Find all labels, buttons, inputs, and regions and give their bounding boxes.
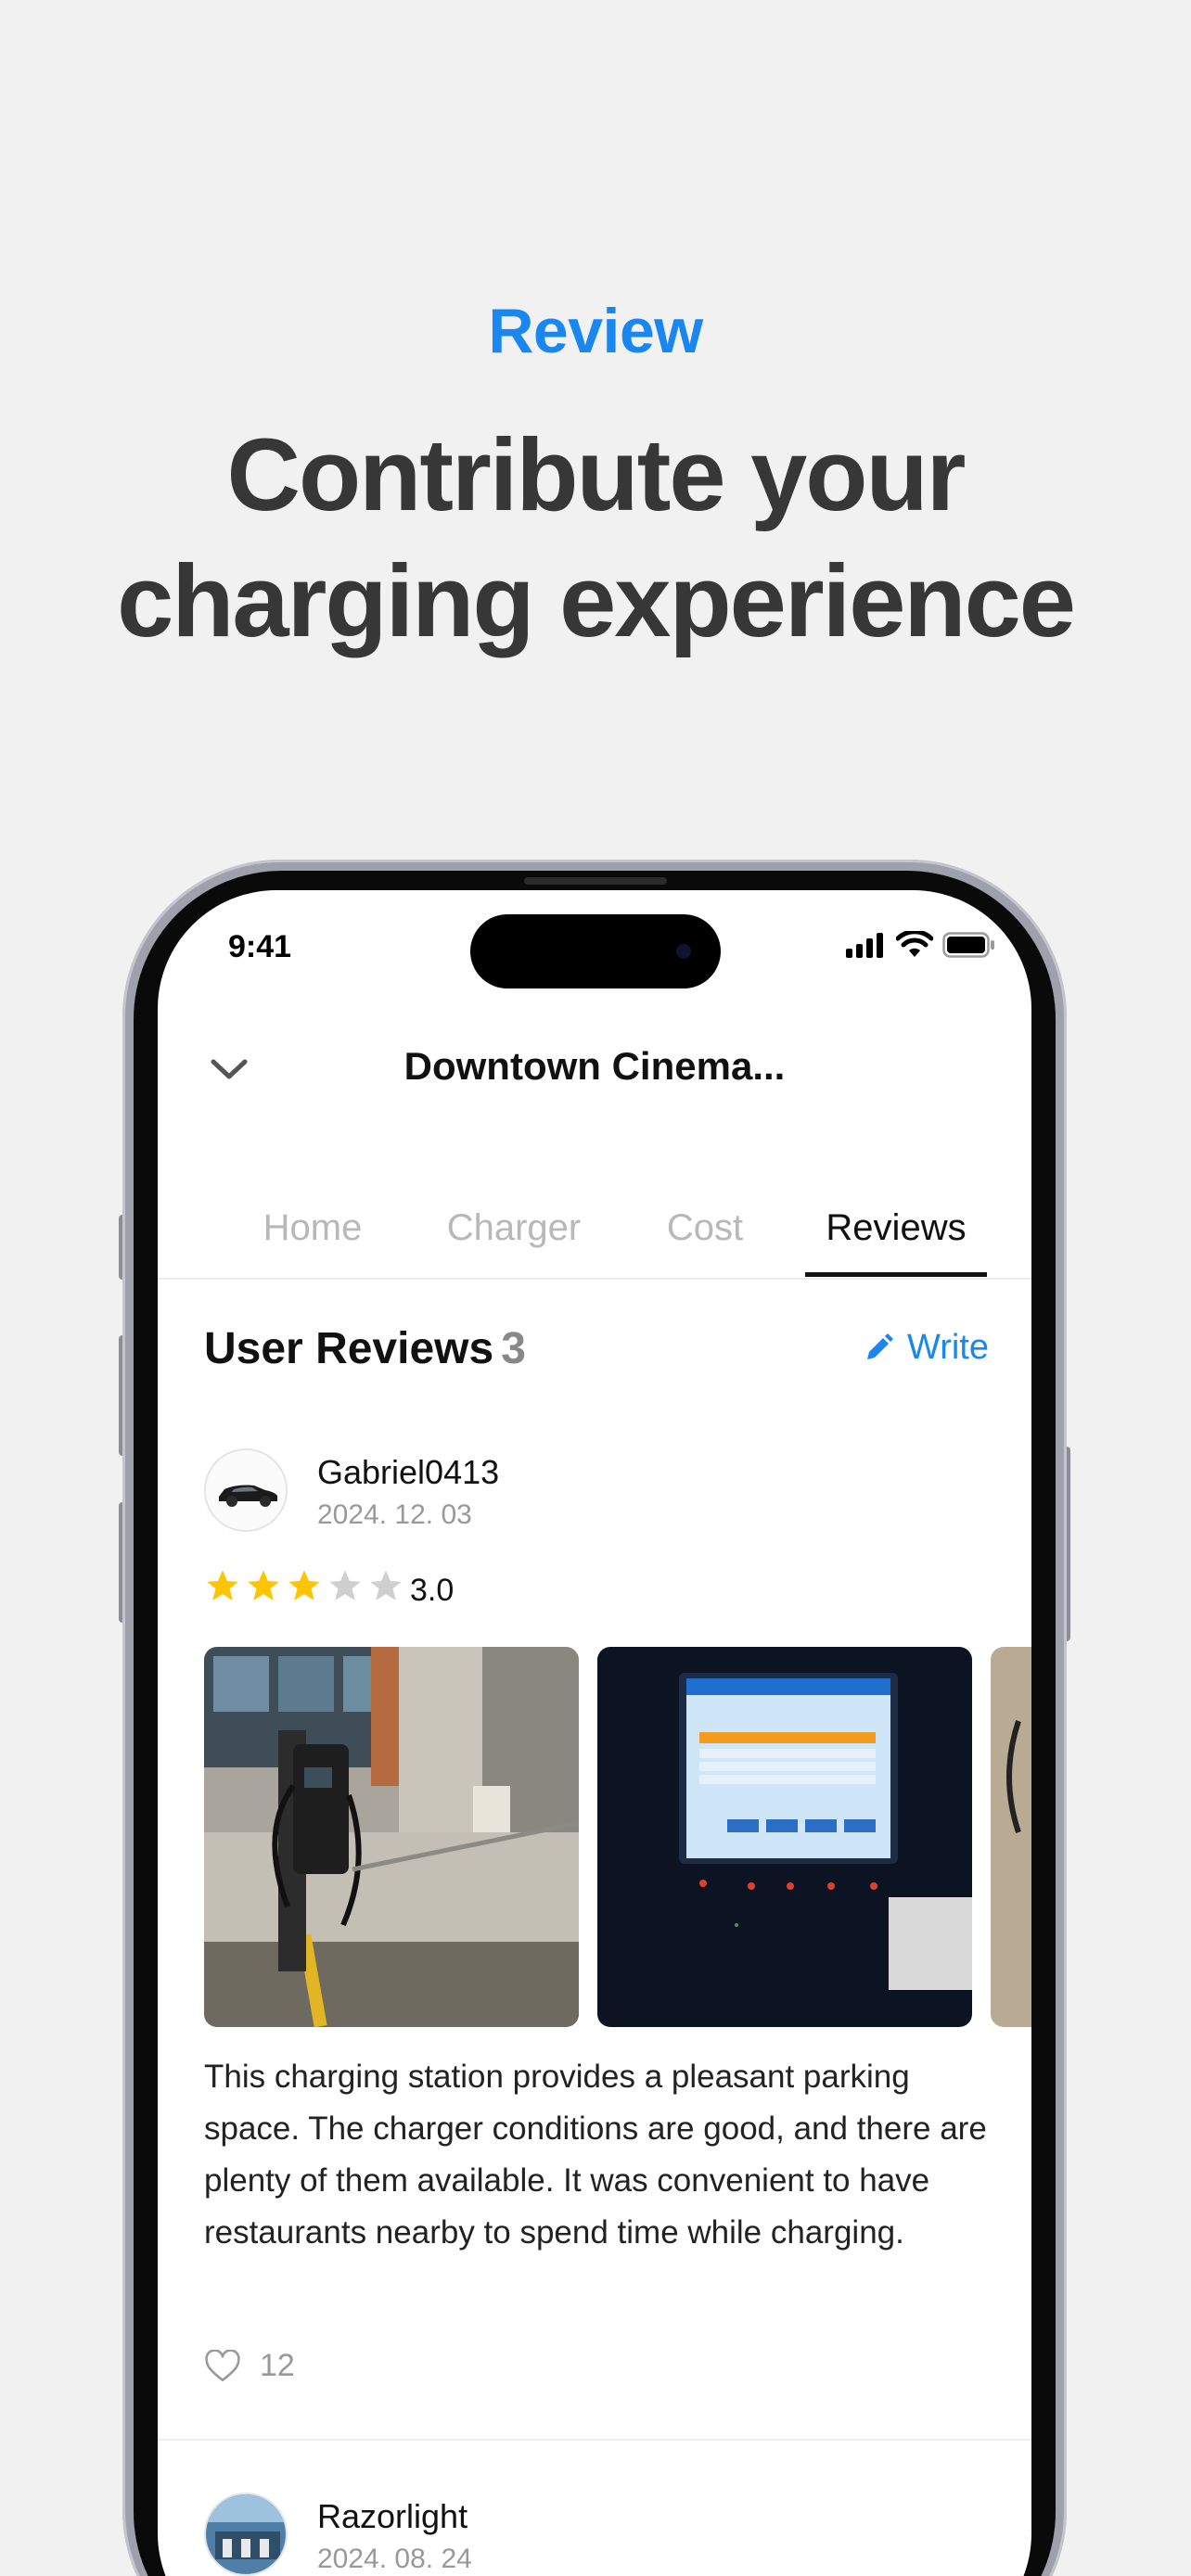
- reviews-count: 3: [501, 1324, 526, 1373]
- like-count: 12: [260, 2348, 295, 2383]
- star-empty-icon: [329, 1570, 361, 1600]
- promo-headline-line-2: charging experience: [117, 544, 1076, 658]
- review-photos: [204, 1647, 1031, 2027]
- review-date: 2024. 08. 24: [317, 2544, 472, 2574]
- tab-home[interactable]: Home: [243, 1207, 382, 1249]
- status-icons: [846, 931, 996, 959]
- review-photo[interactable]: [991, 1647, 1031, 2027]
- pencil-icon: [867, 1333, 894, 1359]
- review-username: Razorlight: [317, 2497, 468, 2535]
- avatar[interactable]: [204, 2493, 288, 2576]
- review-username: Gabriel0413: [317, 1453, 500, 1491]
- tab-reviews[interactable]: Reviews: [805, 1207, 987, 1249]
- phone-speaker: [524, 877, 667, 885]
- camera-dot: [676, 944, 691, 959]
- write-review-button[interactable]: Write: [863, 1328, 989, 1368]
- rating-value: 3.0: [410, 1573, 455, 1608]
- tab-cost[interactable]: Cost: [640, 1207, 770, 1249]
- like-button[interactable]: 12: [204, 2348, 295, 2384]
- write-review-label: Write: [907, 1328, 989, 1367]
- star-filled-icon: [248, 1570, 279, 1600]
- reviews-title-text: User Reviews: [204, 1324, 494, 1373]
- review-photo[interactable]: [597, 1647, 972, 2027]
- star-filled-icon: [207, 1570, 238, 1600]
- avatar[interactable]: [204, 1448, 288, 1532]
- status-time: 9:41: [228, 929, 292, 964]
- page-title: Downtown Cinema...: [403, 1044, 786, 1088]
- promo-headline-line-1: Contribute your: [226, 418, 967, 532]
- promo-headline: Contribute your charging experience: [0, 413, 1191, 665]
- review-divider: [158, 2439, 1031, 2441]
- review-text: This charging station provides a pleasan…: [204, 2059, 987, 2251]
- dynamic-island: [470, 914, 721, 988]
- reviews-section-title: User Reviews 3: [204, 1323, 526, 1374]
- star-filled-icon: [288, 1570, 320, 1600]
- tab-bar: Home Charger Cost Reviews: [158, 1187, 1031, 1280]
- active-tab-indicator: [805, 1272, 987, 1277]
- signal-icon: [846, 933, 883, 958]
- wifi-icon: [896, 931, 933, 957]
- review-date: 2024. 12. 03: [317, 1499, 472, 1530]
- phone-screen: 9:41 Downtown Cinema... Home Charger Cos…: [158, 890, 1031, 2576]
- rating-stars: [204, 1567, 404, 1604]
- review-photo[interactable]: [204, 1647, 579, 2027]
- heart-icon: [205, 2349, 240, 2381]
- star-empty-icon: [370, 1570, 402, 1600]
- tab-charger[interactable]: Charger: [421, 1207, 607, 1249]
- promo-eyebrow: Review: [488, 296, 703, 366]
- battery-icon: [942, 932, 994, 958]
